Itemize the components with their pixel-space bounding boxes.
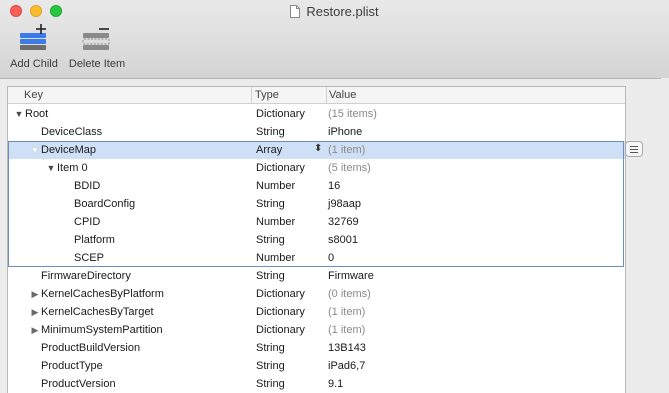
row-type[interactable]: Number bbox=[256, 216, 295, 228]
table-header: Key Type Value bbox=[8, 87, 625, 104]
row-type[interactable]: Dictionary bbox=[256, 306, 305, 318]
row-key: MinimumSystemPartition bbox=[41, 324, 163, 336]
row-key-cell: ▼ Item 0 bbox=[46, 162, 88, 174]
table-row[interactable]: ▶ MinimumSystemPartition Dictionary (1 it… bbox=[8, 321, 625, 339]
window-title: Restore.plist bbox=[0, 4, 669, 19]
row-type[interactable]: Array bbox=[256, 144, 282, 156]
disclosure-collapsed-icon[interactable]: ▶ bbox=[30, 307, 40, 318]
row-actions-menu-button[interactable] bbox=[625, 141, 643, 157]
row-type[interactable]: String bbox=[256, 126, 285, 138]
table-row[interactable]: ProductVersion String 9.1 bbox=[8, 375, 625, 393]
row-type[interactable]: String bbox=[256, 198, 285, 210]
row-value[interactable]: 0 bbox=[328, 252, 334, 264]
row-key-cell: ▼ DeviceMap bbox=[30, 144, 97, 156]
table-row[interactable]: BoardConfig String j98aap bbox=[8, 195, 625, 213]
row-value: (1 item) bbox=[328, 324, 366, 336]
row-key[interactable]: BDID bbox=[74, 180, 100, 192]
row-key[interactable]: BoardConfig bbox=[74, 198, 135, 210]
row-type[interactable]: Dictionary bbox=[256, 288, 305, 300]
row-type[interactable]: Number bbox=[256, 252, 295, 264]
row-key[interactable]: ProductBuildVersion bbox=[41, 342, 140, 354]
disclosure-expanded-icon[interactable]: ▼ bbox=[30, 145, 40, 155]
table-row-selected[interactable]: ▼ DeviceMap Array ⬍ (1 item) bbox=[8, 141, 625, 159]
row-type[interactable]: Dictionary bbox=[256, 108, 305, 120]
row-type[interactable]: String bbox=[256, 234, 285, 246]
disclosure-expanded-icon[interactable]: ▼ bbox=[46, 163, 56, 173]
row-value: (15 items) bbox=[328, 108, 377, 120]
window-title-text: Restore.plist bbox=[306, 4, 379, 19]
row-key-cell: ▶ KernelCachesByTarget bbox=[30, 306, 154, 318]
row-key-cell: ▶ MinimumSystemPartition bbox=[30, 324, 163, 336]
row-key[interactable]: ProductType bbox=[41, 360, 103, 372]
add-child-icon bbox=[20, 24, 46, 50]
row-type[interactable]: Dictionary bbox=[256, 162, 305, 174]
row-value[interactable]: iPad6,7 bbox=[328, 360, 365, 372]
type-popup-chevron-icon[interactable]: ⬍ bbox=[314, 143, 322, 154]
row-value: (1 item) bbox=[328, 144, 366, 156]
delete-item-icon bbox=[82, 28, 110, 50]
column-divider[interactable] bbox=[251, 87, 252, 103]
row-value[interactable]: iPhone bbox=[328, 126, 362, 138]
row-key[interactable]: CPID bbox=[74, 216, 100, 228]
window-titlebar: Restore.plist Add Child Delete Item bbox=[0, 0, 669, 79]
row-key[interactable]: ProductVersion bbox=[41, 378, 116, 390]
column-divider[interactable] bbox=[326, 87, 327, 103]
row-value: (5 items) bbox=[328, 162, 371, 174]
table-row[interactable]: Platform String s8001 bbox=[8, 231, 625, 249]
row-value: (1 item) bbox=[328, 306, 366, 318]
table-row[interactable]: BDID Number 16 bbox=[8, 177, 625, 195]
table-row[interactable]: FirmwareDirectory String Firmware bbox=[8, 267, 625, 285]
table-row[interactable]: ▶ KernelCachesByPlatform Dictionary (0 it… bbox=[8, 285, 625, 303]
row-type[interactable]: String bbox=[256, 342, 285, 354]
table-row[interactable]: ProductType String iPad6,7 bbox=[8, 357, 625, 375]
row-value[interactable]: 13B143 bbox=[328, 342, 366, 354]
column-header-value[interactable]: Value bbox=[329, 89, 356, 101]
add-child-label: Add Child bbox=[10, 58, 58, 70]
row-key-cell: ▼ Root bbox=[14, 108, 49, 120]
table-row[interactable]: DeviceClass String iPhone bbox=[8, 123, 625, 141]
document-icon bbox=[290, 5, 301, 18]
delete-item-button[interactable]: Delete Item bbox=[66, 24, 128, 70]
row-key[interactable]: DeviceMap bbox=[41, 144, 96, 156]
row-value[interactable]: s8001 bbox=[328, 234, 358, 246]
row-value[interactable]: 16 bbox=[328, 180, 340, 192]
disclosure-collapsed-icon[interactable]: ▶ bbox=[30, 325, 40, 336]
row-key: Root bbox=[25, 108, 49, 120]
row-value[interactable]: Firmware bbox=[328, 270, 374, 282]
vertical-scrollbar-track[interactable] bbox=[661, 78, 669, 392]
row-value: (0 items) bbox=[328, 288, 371, 300]
delete-item-label: Delete Item bbox=[68, 58, 126, 70]
row-type[interactable]: Dictionary bbox=[256, 324, 305, 336]
table-row[interactable]: ▶ KernelCachesByTarget Dictionary (1 item… bbox=[8, 303, 625, 321]
row-type[interactable]: String bbox=[256, 270, 285, 282]
row-key: KernelCachesByPlatform bbox=[41, 288, 164, 300]
row-type[interactable]: String bbox=[256, 360, 285, 372]
row-value[interactable]: j98aap bbox=[328, 198, 361, 210]
table-row[interactable]: CPID Number 32769 bbox=[8, 213, 625, 231]
row-key[interactable]: FirmwareDirectory bbox=[41, 270, 131, 282]
column-header-type[interactable]: Type bbox=[255, 89, 279, 101]
table-row[interactable]: ▼ Item 0 Dictionary (5 items) bbox=[8, 159, 625, 177]
add-child-button[interactable]: Add Child bbox=[8, 24, 60, 70]
row-value[interactable]: 9.1 bbox=[328, 378, 343, 390]
disclosure-collapsed-icon[interactable]: ▶ bbox=[30, 289, 40, 300]
row-key[interactable]: Platform bbox=[74, 234, 115, 246]
row-key[interactable]: DeviceClass bbox=[41, 126, 102, 138]
row-key: KernelCachesByTarget bbox=[41, 306, 154, 318]
disclosure-expanded-icon[interactable]: ▼ bbox=[14, 109, 24, 119]
row-key: Item 0 bbox=[57, 162, 88, 174]
column-header-key[interactable]: Key bbox=[24, 89, 43, 101]
row-type[interactable]: Number bbox=[256, 180, 295, 192]
table-row[interactable]: SCEP Number 0 bbox=[8, 249, 625, 267]
row-key[interactable]: SCEP bbox=[74, 252, 104, 264]
row-value[interactable]: 32769 bbox=[328, 216, 359, 228]
row-key-cell: ▶ KernelCachesByPlatform bbox=[30, 288, 164, 300]
table-row-root[interactable]: ▼ Root Dictionary (15 items) bbox=[8, 105, 625, 123]
row-type[interactable]: String bbox=[256, 378, 285, 390]
table-row[interactable]: ProductBuildVersion String 13B143 bbox=[8, 339, 625, 357]
plist-outline-table: Key Type Value ▼ Root Dictionary (15 item… bbox=[7, 86, 626, 393]
